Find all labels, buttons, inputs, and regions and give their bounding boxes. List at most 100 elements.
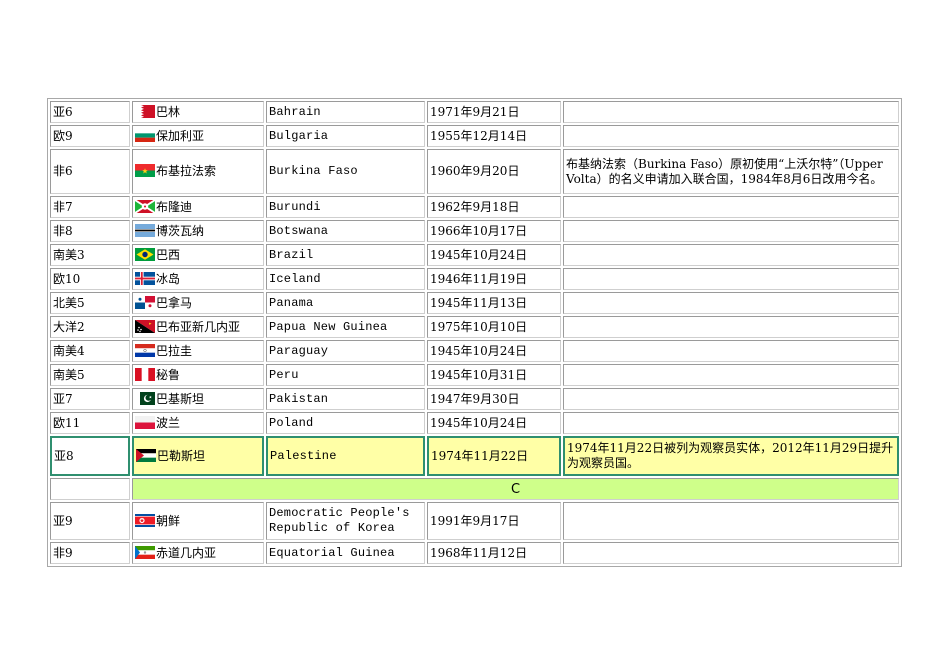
english-name-cell: Bahrain (266, 101, 425, 123)
paraguay-flag-icon (135, 343, 155, 357)
table-row: 大洋2 巴布亚新几内亚 Papua New Guinea 1975年10月10日 (50, 316, 899, 338)
region-cell: 亚6 (50, 101, 130, 123)
un-members-table: 亚6 巴林 Bahrain 1971年9月21日 欧9 保加利亚 Bulgari… (47, 98, 902, 567)
chinese-name-cell: 博茨瓦纳 (132, 220, 264, 242)
country-name-cn: 赤道几内亚 (156, 545, 217, 560)
country-name-cn: 巴拉圭 (156, 343, 193, 358)
english-name-cell: Botswana (266, 220, 425, 242)
chinese-name-cell: 布基拉法索 (132, 149, 264, 194)
table-row: 南美3 巴西 Brazil 1945年10月24日 (50, 244, 899, 266)
region-cell: 南美3 (50, 244, 130, 266)
region-cell: 欧9 (50, 125, 130, 147)
country-name-cn: 保加利亚 (156, 128, 205, 143)
bahrain-flag-icon (135, 104, 155, 118)
region-cell: 北美5 (50, 292, 130, 314)
table-row: 南美4 巴拉圭 Paraguay 1945年10月24日 (50, 340, 899, 362)
region-cell: 非7 (50, 196, 130, 218)
north-korea-flag-icon (135, 513, 155, 527)
english-name-cell: Democratic People's Republic of Korea (266, 502, 425, 540)
table-row: 非9 赤道几内亚 Equatorial Guinea 1968年11月12日 (50, 542, 899, 564)
document-page: 亚6 巴林 Bahrain 1971年9月21日 欧9 保加利亚 Bulgari… (0, 0, 950, 672)
english-name-cell: Bulgaria (266, 125, 425, 147)
admission-date-cell: 1975年10月10日 (427, 316, 561, 338)
english-name-cell: Brazil (266, 244, 425, 266)
table-row: 欧9 保加利亚 Bulgaria 1955年12月14日 (50, 125, 899, 147)
bulgaria-flag-icon (135, 128, 155, 142)
peru-flag-icon (135, 367, 155, 381)
admission-date-cell: 1946年11月19日 (427, 268, 561, 290)
english-name-cell: Peru (266, 364, 425, 386)
admission-date-cell: 1966年10月17日 (427, 220, 561, 242)
country-name-cn: 朝鲜 (156, 513, 181, 528)
english-name-cell: Paraguay (266, 340, 425, 362)
admission-date-cell: 1991年9月17日 (427, 502, 561, 540)
note-cell: 1974年11月22日被列为观察员实体，2012年11月29日提升为观察员国。 (563, 436, 899, 476)
note-cell (563, 196, 899, 218)
table-row: 欧11 波兰 Poland 1945年10月24日 (50, 412, 899, 434)
burundi-flag-icon (135, 199, 155, 213)
region-cell: 非9 (50, 542, 130, 564)
note-cell (563, 244, 899, 266)
note-cell (563, 364, 899, 386)
table-row: 非6 布基拉法索 Burkina Faso 1960年9月20日 布基纳法索（B… (50, 149, 899, 194)
table-row-highlighted: 亚8 巴勒斯坦 Palestine 1974年11月22日 1974年11月22… (50, 436, 899, 476)
chinese-name-cell: 巴林 (132, 101, 264, 123)
admission-date-cell: 1945年10月24日 (427, 412, 561, 434)
chinese-name-cell: 赤道几内亚 (132, 542, 264, 564)
region-cell: 亚7 (50, 388, 130, 410)
chinese-name-cell: 布隆迪 (132, 196, 264, 218)
chinese-name-cell: 巴拉圭 (132, 340, 264, 362)
palestine-flag-icon (136, 448, 156, 462)
english-name-cell: Iceland (266, 268, 425, 290)
table-row: 亚6 巴林 Bahrain 1971年9月21日 (50, 101, 899, 123)
botswana-flag-icon (135, 223, 155, 237)
equatorial-guinea-flag-icon (135, 545, 155, 559)
burkina-faso-flag-icon (135, 164, 155, 177)
admission-date-cell: 1971年9月21日 (427, 101, 561, 123)
country-name-cn: 巴拿马 (156, 295, 193, 310)
note-cell (563, 412, 899, 434)
admission-date-cell: 1962年9月18日 (427, 196, 561, 218)
table-row: 北美5 巴拿马 Panama 1945年11月13日 (50, 292, 899, 314)
region-cell: 亚8 (50, 436, 130, 476)
section-header-row: C (50, 478, 899, 500)
iceland-flag-icon (135, 271, 155, 285)
english-name-cell: Palestine (266, 436, 425, 476)
pakistan-flag-icon (135, 391, 155, 405)
english-name-cell: Equatorial Guinea (266, 542, 425, 564)
note-cell (563, 316, 899, 338)
admission-date-cell: 1974年11月22日 (427, 436, 561, 476)
region-cell: 非8 (50, 220, 130, 242)
english-name-cell: Burkina Faso (266, 149, 425, 194)
note-cell (563, 292, 899, 314)
chinese-name-cell: 冰岛 (132, 268, 264, 290)
note-cell (563, 101, 899, 123)
country-name-cn: 巴林 (156, 104, 181, 119)
region-cell: 欧10 (50, 268, 130, 290)
admission-date-cell: 1968年11月12日 (427, 542, 561, 564)
panama-flag-icon (135, 295, 155, 309)
english-name-cell: Papua New Guinea (266, 316, 425, 338)
chinese-name-cell: 朝鲜 (132, 502, 264, 540)
note-cell (563, 542, 899, 564)
country-name-cn: 波兰 (156, 415, 181, 430)
note-cell (563, 502, 899, 540)
note-cell (563, 268, 899, 290)
table-row: 非7 布隆迪 Burundi 1962年9月18日 (50, 196, 899, 218)
papua-new-guinea-flag-icon (135, 319, 155, 333)
region-cell: 大洋2 (50, 316, 130, 338)
country-name-cn: 巴布亚新几内亚 (156, 319, 241, 334)
chinese-name-cell: 巴西 (132, 244, 264, 266)
country-name-cn: 巴勒斯坦 (157, 448, 206, 463)
chinese-name-cell: 巴布亚新几内亚 (132, 316, 264, 338)
admission-date-cell: 1945年11月13日 (427, 292, 561, 314)
country-name-cn: 布隆迪 (156, 199, 193, 214)
admission-date-cell: 1945年10月24日 (427, 244, 561, 266)
chinese-name-cell: 秘鲁 (132, 364, 264, 386)
english-name-cell: Panama (266, 292, 425, 314)
country-name-cn: 冰岛 (156, 271, 181, 286)
english-name-cell: Burundi (266, 196, 425, 218)
country-name-cn: 博茨瓦纳 (156, 223, 205, 238)
table-row: 亚7 巴基斯坦 Pakistan 1947年9月30日 (50, 388, 899, 410)
admission-date-cell: 1960年9月20日 (427, 149, 561, 194)
